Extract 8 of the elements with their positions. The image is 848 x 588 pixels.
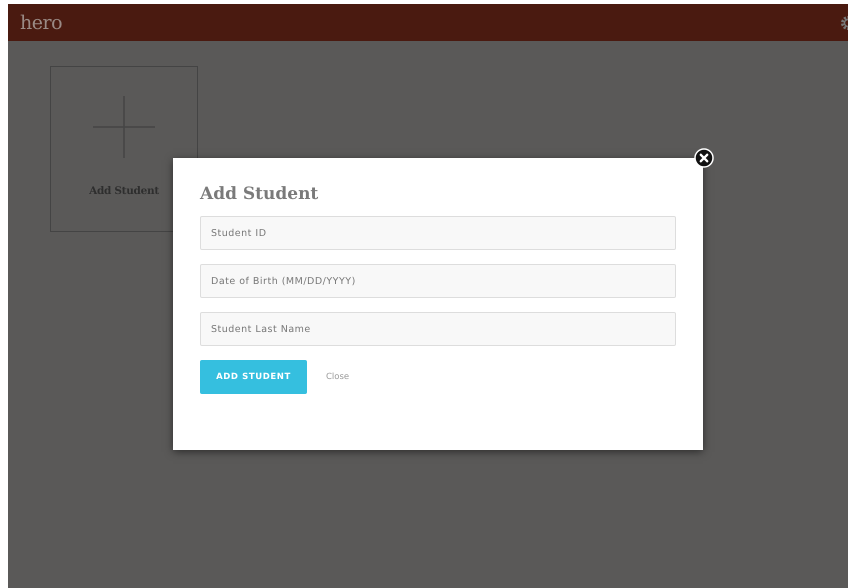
input-field[interactable]: Student ID [200, 216, 676, 250]
input-field[interactable]: Date of Birth (MM/DD/YYYY) [200, 264, 676, 298]
add-student-button[interactable]: ADD STUDENT [200, 360, 307, 394]
close-icon[interactable] [694, 148, 714, 168]
input-field[interactable]: Student Last Name [200, 312, 676, 346]
logo[interactable]: hero [20, 12, 62, 34]
close-link[interactable]: Close [326, 372, 350, 382]
dialog-title: Add Student [200, 184, 320, 204]
